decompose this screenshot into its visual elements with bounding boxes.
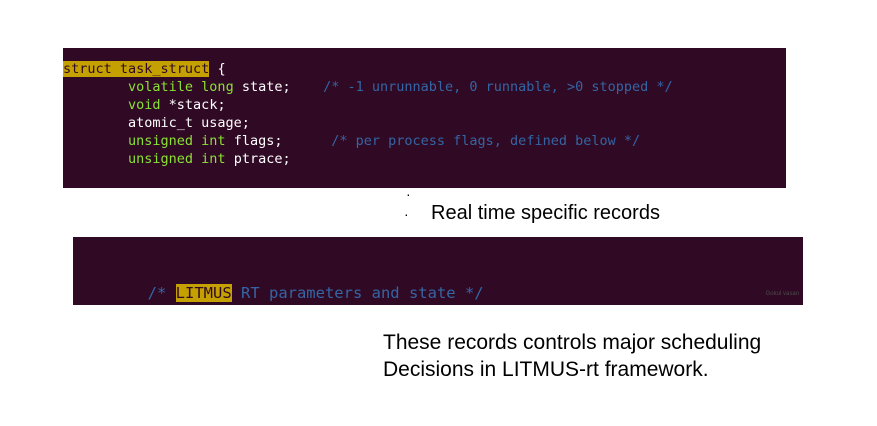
code-token: ptrace; xyxy=(225,151,291,167)
code-token: /* -1 unrunnable, 0 runnable, >0 stopped… xyxy=(323,79,673,95)
code-token: void xyxy=(128,97,161,113)
description-line-1: These records controls major scheduling xyxy=(383,331,762,354)
code-token: unsigned int xyxy=(128,151,226,167)
code-token: s xyxy=(63,61,72,77)
code-token: state; xyxy=(233,79,324,95)
code-block-1-line-1: struct task_struct { xyxy=(63,60,786,78)
code-block-1-line-4: atomic_t usage; xyxy=(63,114,786,132)
description-line-2: Decisions in LITMUS-rt framework. xyxy=(383,358,709,381)
code-token: atomic_t usage; xyxy=(63,115,250,131)
clipped-next-line xyxy=(73,299,803,305)
code-token: *stack; xyxy=(160,97,226,113)
code-block-task-struct: struct task_struct { volatile long state… xyxy=(63,48,786,188)
bullet-item: · Real time specific records xyxy=(404,202,660,225)
code-token: flags; xyxy=(225,133,332,149)
code-token: unsigned int xyxy=(128,133,226,149)
description-text: These records controls major scheduling … xyxy=(383,329,761,383)
code-block-litmus-params: /* LITMUS RT parameters and state */ str… xyxy=(73,237,803,305)
code-token: truct task_struct xyxy=(71,61,210,77)
separator-dot: · xyxy=(406,186,411,202)
code-block-1-line-2: volatile long state; /* -1 unrunnable, 0… xyxy=(63,78,786,96)
code-token: /* per process flags, defined below */ xyxy=(331,133,641,149)
code-block-1-line-6: unsigned int ptrace; xyxy=(63,150,786,168)
author-credit: Gokul vasan xyxy=(765,291,799,297)
code-token: volatile long xyxy=(128,79,234,95)
bullet-marker: · xyxy=(404,205,409,222)
code-token: { xyxy=(209,61,226,77)
code-block-1-line-5: unsigned int flags; /* per process flags… xyxy=(63,132,786,150)
code-block-1-line-3: void *stack; xyxy=(63,96,786,114)
bullet-text: Real time specific records xyxy=(431,202,660,224)
